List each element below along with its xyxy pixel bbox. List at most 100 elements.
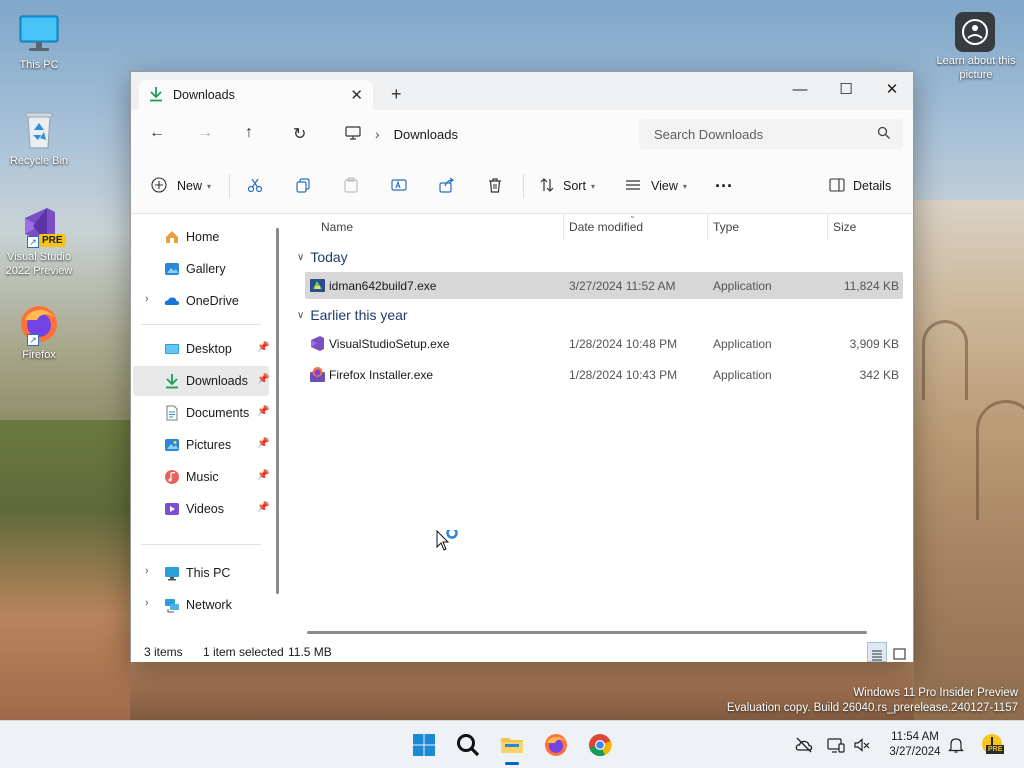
insider-preview-icon[interactable]: PRE bbox=[980, 732, 1005, 756]
desktop-icon-visual-studio[interactable]: PRE ↗ Visual Studio 2022 Preview bbox=[0, 204, 78, 278]
file-row[interactable]: Firefox Installer.exe 1/28/2024 10:43 PM… bbox=[305, 361, 903, 388]
horizontal-scrollbar[interactable] bbox=[307, 631, 867, 634]
cut-button[interactable] bbox=[247, 176, 263, 196]
chevron-down-icon: ∨ bbox=[297, 309, 305, 321]
breadcrumb[interactable]: › Downloads bbox=[345, 118, 631, 150]
sidebar-item-pictures[interactable]: Pictures 📌 bbox=[133, 430, 269, 460]
view-button[interactable]: View ▾ bbox=[625, 176, 687, 196]
desktop-icon-firefox[interactable]: ↗ Firefox bbox=[0, 302, 78, 362]
chevron-right-icon[interactable]: › bbox=[145, 293, 149, 305]
network-status-icon[interactable] bbox=[827, 736, 845, 754]
sidebar-item-label: Pictures bbox=[186, 438, 232, 452]
group-header-today[interactable]: ∨ Today bbox=[297, 249, 348, 265]
sidebar-item-gallery[interactable]: Gallery bbox=[133, 254, 269, 284]
sidebar-item-network[interactable]: › Network bbox=[133, 590, 269, 620]
column-header-type[interactable]: Type bbox=[713, 220, 739, 234]
tab-label: Downloads bbox=[173, 88, 235, 102]
chevron-right-icon[interactable]: › bbox=[145, 565, 149, 577]
nav-scrollbar[interactable] bbox=[276, 228, 279, 594]
pin-icon[interactable]: 📌 bbox=[257, 406, 269, 417]
installer-icon bbox=[309, 277, 326, 294]
column-header-date[interactable]: Date modified bbox=[569, 220, 643, 234]
new-tab-icon[interactable]: + bbox=[391, 84, 402, 105]
search-button[interactable] bbox=[455, 732, 481, 758]
file-date: 3/27/2024 11:52 AM bbox=[569, 279, 676, 293]
rename-button[interactable] bbox=[391, 176, 407, 196]
details-view-button[interactable] bbox=[867, 642, 887, 662]
clipboard-icon bbox=[343, 176, 359, 196]
sidebar-item-desktop[interactable]: Desktop 📌 bbox=[133, 334, 269, 364]
breadcrumb-current[interactable]: Downloads bbox=[394, 127, 458, 142]
sidebar-item-label: Music bbox=[186, 470, 219, 484]
close-tab-icon[interactable]: ✕ bbox=[350, 86, 363, 104]
details-pane-button[interactable]: Details bbox=[829, 176, 891, 196]
search-input[interactable]: Search Downloads bbox=[639, 119, 903, 149]
close-window-button[interactable]: ✕ bbox=[869, 76, 915, 104]
tiles-view-button[interactable] bbox=[890, 642, 910, 662]
chrome-taskbar-button[interactable] bbox=[587, 732, 613, 758]
back-arrow-icon[interactable]: ← bbox=[149, 124, 165, 142]
more-label: ··· bbox=[715, 175, 733, 196]
file-date: 1/28/2024 10:48 PM bbox=[569, 337, 678, 351]
sidebar-item-label: Network bbox=[186, 598, 232, 612]
sidebar-item-documents[interactable]: Documents 📌 bbox=[133, 398, 269, 428]
refresh-icon[interactable]: ↻ bbox=[293, 124, 306, 144]
file-row[interactable]: VisualStudioSetup.exe 1/28/2024 10:48 PM… bbox=[305, 330, 903, 357]
up-arrow-icon[interactable]: ↑ bbox=[245, 124, 253, 142]
delete-button[interactable] bbox=[487, 176, 503, 196]
notification-bell-icon[interactable] bbox=[947, 736, 965, 754]
sidebar-item-home[interactable]: Home bbox=[133, 222, 269, 252]
monitor-icon bbox=[164, 565, 180, 581]
pin-icon[interactable]: 📌 bbox=[257, 438, 269, 449]
pin-icon[interactable]: 📌 bbox=[257, 502, 269, 513]
sort-button[interactable]: Sort ▾ bbox=[539, 176, 595, 196]
sidebar-item-label: OneDrive bbox=[186, 294, 239, 308]
cloud-offline-icon[interactable] bbox=[795, 736, 813, 754]
copy-button[interactable] bbox=[295, 176, 311, 196]
watermark-line: Evaluation copy. Build 26040.rs_prerelea… bbox=[726, 702, 1018, 714]
sidebar-item-downloads[interactable]: Downloads 📌 bbox=[133, 366, 269, 396]
minimize-button[interactable]: — bbox=[777, 76, 823, 104]
maximize-button[interactable]: ☐ bbox=[823, 76, 869, 104]
pin-icon[interactable]: 📌 bbox=[257, 342, 269, 353]
tab-downloads[interactable]: Downloads ✕ bbox=[139, 80, 373, 110]
chevron-right-icon[interactable]: › bbox=[145, 597, 149, 609]
start-button[interactable] bbox=[411, 732, 437, 758]
system-clock[interactable]: 11:54 AM 3/27/2024 bbox=[880, 730, 950, 760]
toolbar-divider bbox=[229, 174, 230, 198]
monitor-icon bbox=[345, 125, 361, 143]
share-icon bbox=[439, 177, 455, 196]
sort-arrows-icon bbox=[539, 177, 555, 196]
volume-muted-icon[interactable] bbox=[853, 736, 871, 754]
column-header-name[interactable]: Name bbox=[321, 220, 353, 234]
column-divider[interactable] bbox=[827, 214, 828, 240]
sidebar-item-videos[interactable]: Videos 📌 bbox=[133, 494, 269, 524]
desktop-icon-recycle-bin[interactable]: Recycle Bin bbox=[0, 108, 78, 168]
sidebar-item-this-pc[interactable]: › This PC bbox=[133, 558, 269, 588]
shortcut-arrow-icon: ↗ bbox=[27, 236, 39, 248]
learn-about-picture[interactable]: Learn about this picture bbox=[936, 12, 1015, 82]
firefox-taskbar-button[interactable] bbox=[543, 732, 569, 758]
sidebar-item-onedrive[interactable]: › OneDrive bbox=[133, 286, 269, 316]
forward-arrow-icon[interactable]: → bbox=[197, 124, 213, 142]
sidebar-item-label: This PC bbox=[186, 566, 231, 580]
desktop-icon-this-pc[interactable]: This PC bbox=[0, 12, 78, 72]
status-size: 11.5 MB bbox=[288, 645, 332, 659]
desktop-icon-label: Recycle Bin bbox=[9, 155, 69, 167]
column-header-size[interactable]: Size bbox=[833, 220, 856, 234]
recycle-bin-icon bbox=[17, 108, 61, 152]
group-header-earlier-this-year[interactable]: ∨ Earlier this year bbox=[297, 307, 408, 323]
column-divider[interactable] bbox=[563, 214, 564, 240]
more-options-button[interactable]: ··· bbox=[715, 176, 733, 196]
windows-logo-icon bbox=[411, 734, 437, 761]
column-divider[interactable] bbox=[707, 214, 708, 240]
title-bar: Downloads ✕ + — ☐ ✕ bbox=[131, 72, 913, 110]
sidebar-item-music[interactable]: Music 📌 bbox=[133, 462, 269, 492]
file-row[interactable]: idman642build7.exe 3/27/2024 11:52 AM Ap… bbox=[305, 272, 903, 299]
pin-icon[interactable]: 📌 bbox=[257, 470, 269, 481]
file-explorer-taskbar-button[interactable] bbox=[499, 732, 525, 765]
share-button[interactable] bbox=[439, 176, 455, 196]
pin-icon[interactable]: 📌 bbox=[257, 374, 269, 385]
new-button[interactable]: New ▾ bbox=[151, 176, 211, 196]
paste-button[interactable] bbox=[343, 176, 359, 196]
